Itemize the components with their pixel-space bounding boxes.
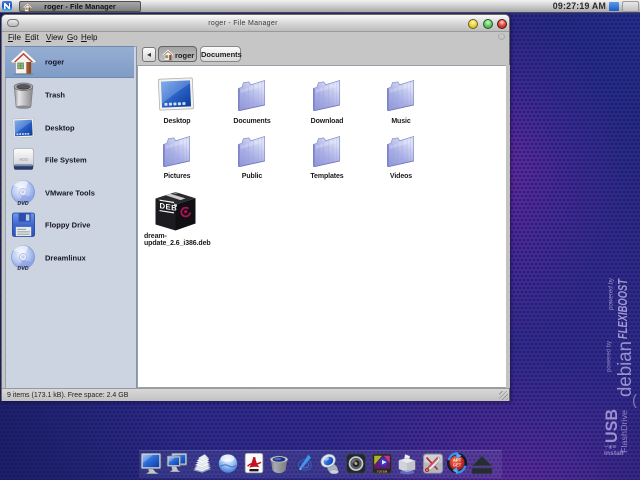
svg-text:FLEXIBOOST: FLEXIBOOST: [616, 278, 630, 339]
svg-text:FlashDrive: FlashDrive: [619, 410, 629, 453]
svg-text:powered by: powered by: [608, 277, 615, 311]
svg-text:powered by: powered by: [606, 340, 613, 372]
svg-text:debian: debian: [615, 341, 636, 397]
